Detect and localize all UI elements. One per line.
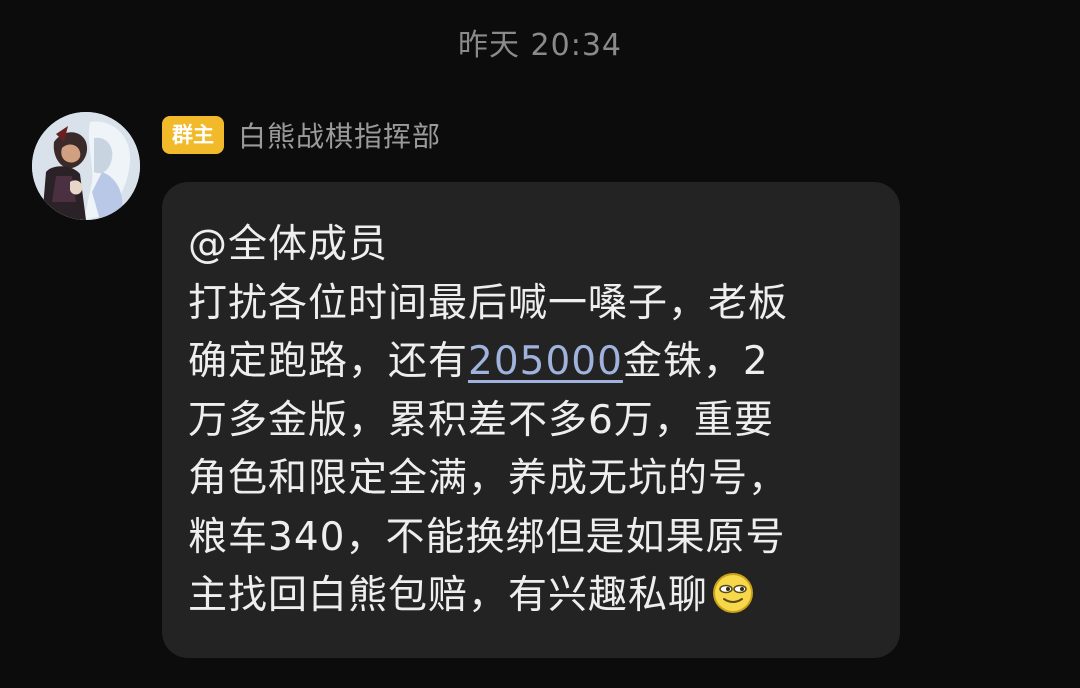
message-line: 打扰各位时间最后喊一嗓子，老板 — [188, 280, 789, 326]
anime-avatar-icon[interactable] — [32, 112, 140, 220]
message-line: 粮车340，不能换绑但是如果原号 — [188, 514, 786, 560]
mention-all[interactable]: @全体成员 — [188, 216, 880, 275]
number-link[interactable]: 205000 — [468, 339, 623, 384]
message-line: 主找回白熊包赔，有兴趣私聊 — [188, 567, 880, 626]
message-timestamp: 昨天 20:34 — [458, 28, 622, 63]
message-text-segment: 金铢，2 — [622, 339, 769, 384]
message-line: 万多金版，累积差不多6万，重要 — [188, 397, 774, 443]
message-line: 确定跑路，还有205000金铢，2 — [188, 333, 880, 392]
sender-name[interactable]: 白熊战棋指挥部 — [238, 115, 441, 155]
message-text-segment: 确定跑路，还有 — [188, 339, 469, 384]
owner-badge: 群主 — [162, 116, 224, 154]
chat-screen: 昨天 20:34 群主 白熊战棋指挥部 @全体成员 打扰各位时间最后喊一嗓子，老… — [0, 0, 1080, 688]
message-text-segment: 主找回白熊包赔，有兴趣私聊 — [188, 573, 709, 618]
smug-face-emoji-icon — [712, 572, 754, 614]
sender-row: 群主 白熊战棋指挥部 — [162, 114, 441, 156]
message-text: @全体成员 打扰各位时间最后喊一嗓子，老板 确定跑路，还有205000金铢，2 … — [188, 216, 880, 626]
message-bubble[interactable]: @全体成员 打扰各位时间最后喊一嗓子，老板 确定跑路，还有205000金铢，2 … — [162, 182, 900, 658]
message-line: 角色和限定全满，养成无坑的号， — [188, 456, 789, 501]
